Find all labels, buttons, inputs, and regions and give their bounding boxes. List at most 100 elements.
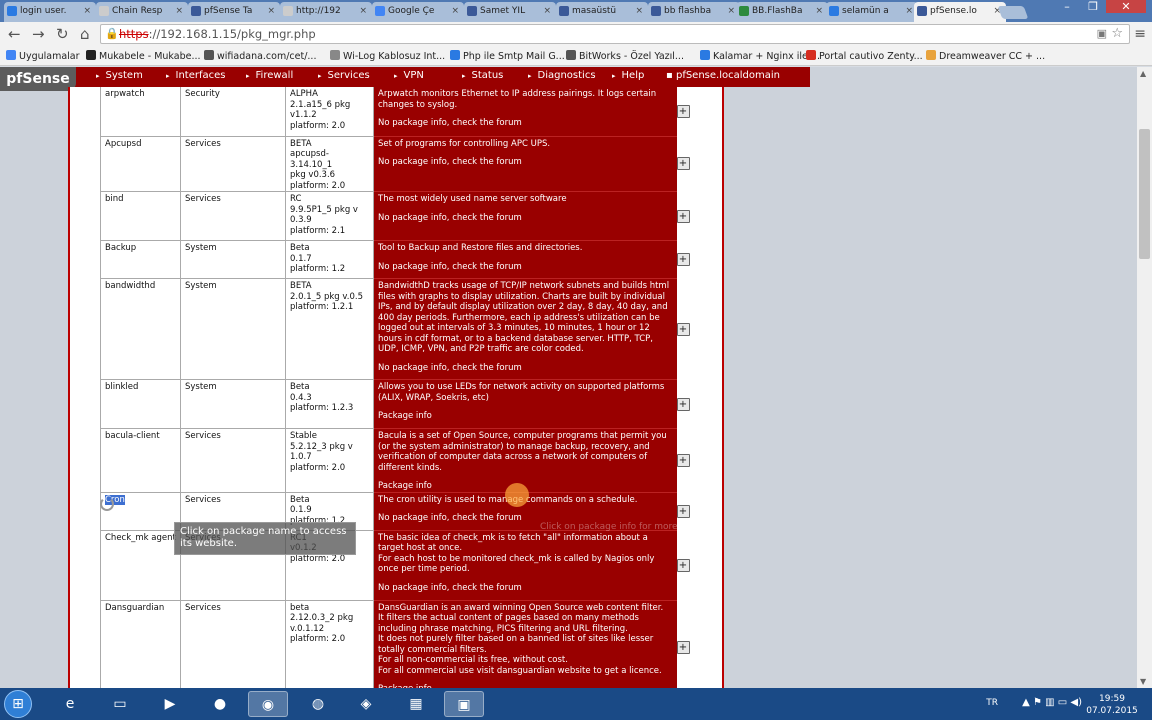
package-name-link-text[interactable]: blinkled: [105, 382, 138, 392]
tab-close-icon[interactable]: ×: [359, 2, 367, 20]
browser-tab[interactable]: bb flashba ×: [648, 2, 740, 22]
tab-close-icon[interactable]: ×: [635, 2, 643, 20]
menu-item-firewall[interactable]: ▸ Firewall: [246, 70, 293, 81]
package-name-link-text[interactable]: bind: [105, 194, 124, 204]
ie-icon[interactable]: e: [50, 691, 90, 717]
bookmark-item[interactable]: Kalamar + Nginx ile ...: [700, 50, 820, 62]
insecure-lock-icon[interactable]: 🔒: [105, 25, 119, 43]
browser-tab[interactable]: Chain Resp ×: [96, 2, 188, 22]
tray-up-icon[interactable]: ▲: [1022, 697, 1033, 708]
install-package-icon[interactable]: +: [676, 209, 690, 223]
package-name-link-text[interactable]: arpwatch: [105, 89, 145, 99]
vertical-scrollbar[interactable]: ▲ ▼: [1137, 67, 1152, 688]
menu-item-interfaces[interactable]: ▸ Interfaces: [166, 70, 226, 81]
bookmark-star-icon[interactable]: ☆: [1111, 25, 1123, 43]
package-info-link[interactable]: No package info, check the forum: [378, 118, 673, 129]
volume-icon[interactable]: ◀): [1070, 697, 1082, 708]
reload-icon[interactable]: ↻: [56, 25, 69, 43]
browser-tab[interactable]: login user. ×: [4, 2, 96, 22]
install-package-icon[interactable]: +: [676, 397, 690, 411]
menu-item-vpn[interactable]: ▸ VPN: [394, 70, 424, 81]
tab-close-icon[interactable]: ×: [905, 2, 913, 20]
package-name-link[interactable]: bandwidthd: [100, 278, 181, 380]
forward-icon[interactable]: →: [32, 25, 45, 43]
address-bar[interactable]: 🔒 https://192.168.1.15/pkg_mgr.php ▣ ☆: [100, 24, 1130, 44]
package-name-link-text[interactable]: bacula-client: [105, 431, 160, 441]
package-name-link[interactable]: arpwatch: [100, 87, 181, 137]
new-tab-button[interactable]: [997, 6, 1029, 19]
control-panel-icon[interactable]: ▦: [396, 691, 436, 717]
battery-icon[interactable]: ▭: [1058, 697, 1071, 708]
flag-icon[interactable]: ⚑: [1033, 697, 1045, 708]
install-package-icon[interactable]: +: [676, 322, 690, 336]
package-name-link-text[interactable]: Apcupsd: [105, 139, 142, 149]
minimize-icon[interactable]: –: [1054, 0, 1080, 13]
tab-close-icon[interactable]: ×: [727, 2, 735, 20]
bookmark-item[interactable]: Dreamweaver CC + ...: [926, 50, 1045, 62]
package-name-link-text[interactable]: Check_mk agent: [105, 533, 176, 543]
menu-item-status[interactable]: ▸ Status: [462, 70, 503, 81]
chrome-icon[interactable]: ◉: [248, 691, 288, 717]
tab-close-icon[interactable]: ×: [83, 2, 91, 20]
firefox-icon[interactable]: ◍: [298, 691, 338, 717]
bookmark-item[interactable]: Uygulamalar: [6, 50, 80, 62]
package-info-link[interactable]: No package info, check the forum: [378, 583, 673, 594]
install-package-icon[interactable]: +: [676, 641, 690, 654]
package-name-link-text[interactable]: bandwidthd: [105, 281, 155, 291]
tab-close-icon[interactable]: ×: [175, 2, 183, 20]
tab-close-icon[interactable]: ×: [451, 2, 459, 20]
browser-tab[interactable]: BB.FlashBa ×: [736, 2, 828, 22]
bookmark-item[interactable]: Portal cautivo Zenty...: [806, 50, 923, 62]
package-info-link[interactable]: No package info, check the forum: [378, 262, 673, 273]
scroll-down-icon[interactable]: ▼: [1140, 677, 1146, 686]
menu-item-diagnostics[interactable]: ▸ Diagnostics: [528, 70, 596, 81]
browser-tab[interactable]: Google Çe ×: [372, 2, 464, 22]
browser-tab[interactable]: pfSense.lo ×: [914, 2, 1006, 22]
browser-tab[interactable]: selamün a ×: [826, 2, 918, 22]
virtualbox-icon[interactable]: ◈: [346, 691, 386, 717]
bookmark-item[interactable]: Mukabele - Mukabe...: [86, 50, 201, 62]
install-package-icon[interactable]: +: [676, 504, 690, 518]
menu-item-system[interactable]: ▸ System: [96, 70, 143, 81]
tab-close-icon[interactable]: ×: [543, 2, 551, 20]
media-player-icon[interactable]: ▶: [150, 691, 190, 717]
package-info-link[interactable]: No package info, check the forum: [378, 213, 673, 224]
explorer-icon[interactable]: ▭: [100, 691, 140, 717]
bookmark-item[interactable]: BitWorks - Özel Yazıl...: [566, 50, 684, 62]
clock[interactable]: 19:59 07.07.2015: [1086, 693, 1138, 717]
package-name-link[interactable]: Apcupsd: [100, 136, 181, 192]
package-name-link[interactable]: bind: [100, 191, 181, 241]
page-action-icon[interactable]: ▣: [1097, 25, 1107, 43]
package-info-link[interactable]: Package info: [378, 411, 673, 422]
maximize-icon[interactable]: ❐: [1080, 0, 1106, 13]
package-name-link[interactable]: bacula-client: [100, 428, 181, 493]
ball-app-icon[interactable]: ●: [200, 691, 240, 717]
bookmark-item[interactable]: wifiadana.com/cet/...: [204, 50, 316, 62]
browser-tab[interactable]: masaüstü ×: [556, 2, 648, 22]
menu-item-help[interactable]: ▸ Help: [612, 70, 644, 81]
network-icon[interactable]: ▥: [1045, 697, 1058, 708]
install-package-icon[interactable]: +: [676, 253, 690, 266]
start-button[interactable]: ⊞: [4, 690, 32, 718]
pfsense-logo[interactable]: pfSense: [0, 67, 76, 91]
package-name-link-text[interactable]: Backup: [105, 243, 136, 253]
recorder-icon[interactable]: ▣: [444, 691, 484, 717]
package-info-link[interactable]: No package info, check the forum: [378, 363, 673, 374]
install-package-icon[interactable]: +: [676, 157, 690, 171]
package-name-link[interactable]: Check_mk agent: [100, 530, 181, 601]
install-package-icon[interactable]: +: [676, 453, 690, 467]
browser-tab[interactable]: http://192 ×: [280, 2, 372, 22]
browser-tab[interactable]: Samet YIL ×: [464, 2, 556, 22]
package-name-link[interactable]: Dansguardian: [100, 600, 181, 688]
package-info-link[interactable]: No package info, check the forum: [378, 157, 673, 168]
back-icon[interactable]: ←: [8, 25, 21, 43]
install-package-icon[interactable]: +: [676, 558, 690, 572]
close-window-icon[interactable]: ✕: [1106, 0, 1146, 13]
browser-tab[interactable]: pfSense Ta ×: [188, 2, 280, 22]
package-name-link-text[interactable]: Dansguardian: [105, 603, 164, 613]
menu-item-services[interactable]: ▸ Services: [318, 70, 370, 81]
menu-icon[interactable]: ≡: [1134, 26, 1146, 42]
scrollbar-thumb[interactable]: [1139, 129, 1150, 259]
bookmark-item[interactable]: Php ile Smtp Mail G...: [450, 50, 565, 62]
package-name-link[interactable]: blinkled: [100, 379, 181, 429]
